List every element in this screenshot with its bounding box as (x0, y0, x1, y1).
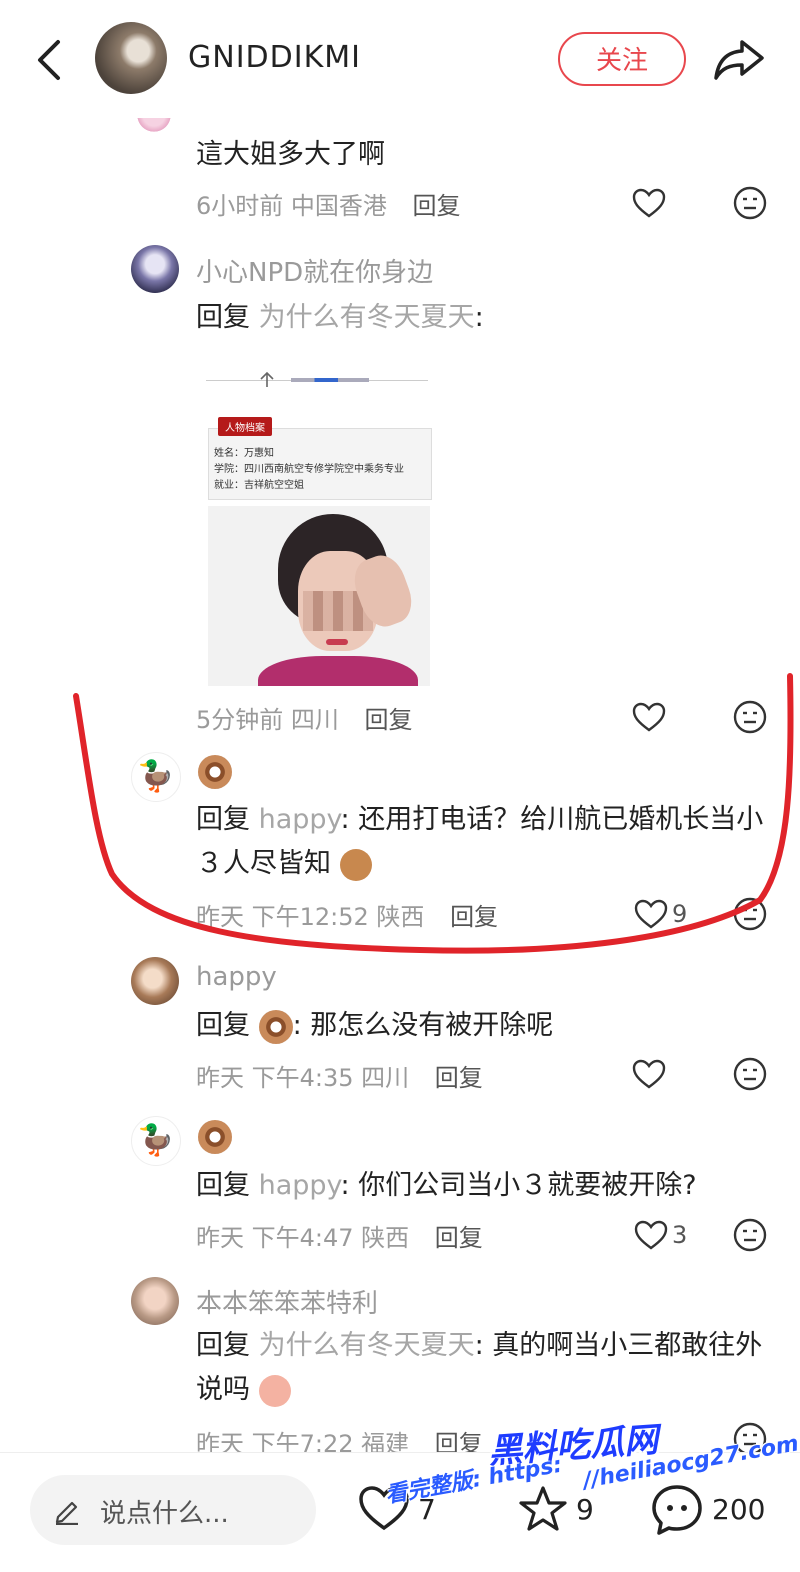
comment-author[interactable]: 小心NPD就在你身边 (196, 252, 433, 289)
like-heart-icon[interactable] (632, 1059, 666, 1089)
pencil-icon (55, 1501, 78, 1525)
reply-prefix: 回复 (196, 1330, 250, 1361)
comment-text: 回复 : 那怎么没有被开除呢 (196, 1004, 553, 1048)
reply-target[interactable]: happy (259, 1170, 341, 1201)
reply-prefix: 回复 (196, 302, 250, 333)
comment-time-location: 昨天 下午4:47 陕西 (196, 1224, 410, 1252)
comment-author[interactable]: happy (196, 962, 277, 992)
back-arrow-icon[interactable] (30, 38, 70, 82)
comment-text: 回复 为什么有冬天夏天: (196, 296, 484, 340)
reply-button[interactable]: 回复 (435, 1064, 483, 1092)
profile-line: 学院：四川西南航空专修学院空中乘务专业 (214, 464, 404, 475)
comment-body: : 那怎么没有被开除呢 (292, 1010, 554, 1041)
comment-text: 回复 happy: 你们公司当小３就要被开除? (196, 1164, 697, 1208)
follow-button[interactable]: 关注 (558, 32, 686, 86)
comment-time-location: 昨天 下午4:35 四川 (196, 1064, 410, 1092)
crying-emoji-icon (258, 1374, 291, 1407)
comment-image[interactable]: 人物档案 姓名：万惠知 学院：四川西南航空专修学院空中乘务专业 就业：吉祥航空空… (196, 360, 444, 690)
comment-author[interactable]: 本本笨笨苯特利 (196, 1283, 378, 1320)
red-highlight-annotation (73, 673, 794, 954)
like-heart-icon[interactable] (632, 188, 666, 218)
reply-button[interactable]: 回复 (413, 192, 461, 220)
author-name[interactable]: GNIDDIKMI (188, 40, 361, 75)
like-count: 3 (672, 1221, 688, 1249)
comment-meta: 昨天 下午4:47 陕西 回复 (196, 1218, 483, 1253)
avatar[interactable] (131, 957, 179, 1005)
profile-line: 就业：吉祥航空空姐 (214, 480, 304, 491)
reply-target[interactable]: 为什么有冬天夏天 (259, 302, 475, 333)
comment-body: : 你们公司当小３就要被开除? (340, 1170, 697, 1201)
comment-bubble-icon[interactable] (650, 1483, 704, 1537)
top-bar: GNIDDIKMI 关注 (0, 0, 800, 118)
portrait-photo (208, 506, 430, 686)
header-strip (291, 375, 369, 385)
comment-meta: 6小时前 中国香港 回复 (196, 186, 461, 221)
input-placeholder: 说点什么... (100, 1499, 229, 1529)
dislike-face-icon[interactable] (733, 1218, 767, 1252)
star-icon[interactable] (518, 1485, 568, 1533)
stars-count: 9 (576, 1493, 594, 1526)
dislike-face-icon[interactable] (733, 186, 767, 220)
duck-avatar[interactable]: 🦆 (131, 1116, 181, 1166)
comment-body: : (474, 302, 484, 333)
comment-meta: 昨天 下午4:35 四川 回复 (196, 1058, 483, 1093)
reply-prefix: 回复 (196, 1010, 250, 1041)
reply-prefix: 回复 (196, 1170, 250, 1201)
profile-tag: 人物档案 (218, 417, 272, 436)
profile-line: 姓名：万惠知 (214, 448, 274, 459)
comment-text: 這大姐多大了啊 (196, 139, 385, 170)
comment-time-location: 6小时前 中国香港 (196, 192, 387, 220)
donut-emoji-name[interactable] (198, 1120, 232, 1154)
reply-target[interactable]: 为什么有冬天夏天 (259, 1330, 475, 1361)
reply-button[interactable]: 回复 (435, 1224, 483, 1252)
comment-input[interactable]: 说点什么... (30, 1475, 316, 1545)
avatar[interactable] (131, 245, 179, 293)
author-avatar[interactable] (95, 22, 167, 94)
comments-count: 200 (712, 1493, 766, 1526)
like-heart-icon[interactable] (634, 1220, 668, 1250)
donut-emoji-name[interactable] (258, 1009, 293, 1044)
dislike-face-icon[interactable] (733, 1057, 767, 1091)
avatar[interactable] (131, 1277, 179, 1325)
up-arrow-icon (260, 371, 274, 387)
comment-text: 回复 为什么有冬天夏天: 真的啊当小三都敢往外说吗 (196, 1324, 766, 1412)
share-icon[interactable] (712, 36, 766, 82)
